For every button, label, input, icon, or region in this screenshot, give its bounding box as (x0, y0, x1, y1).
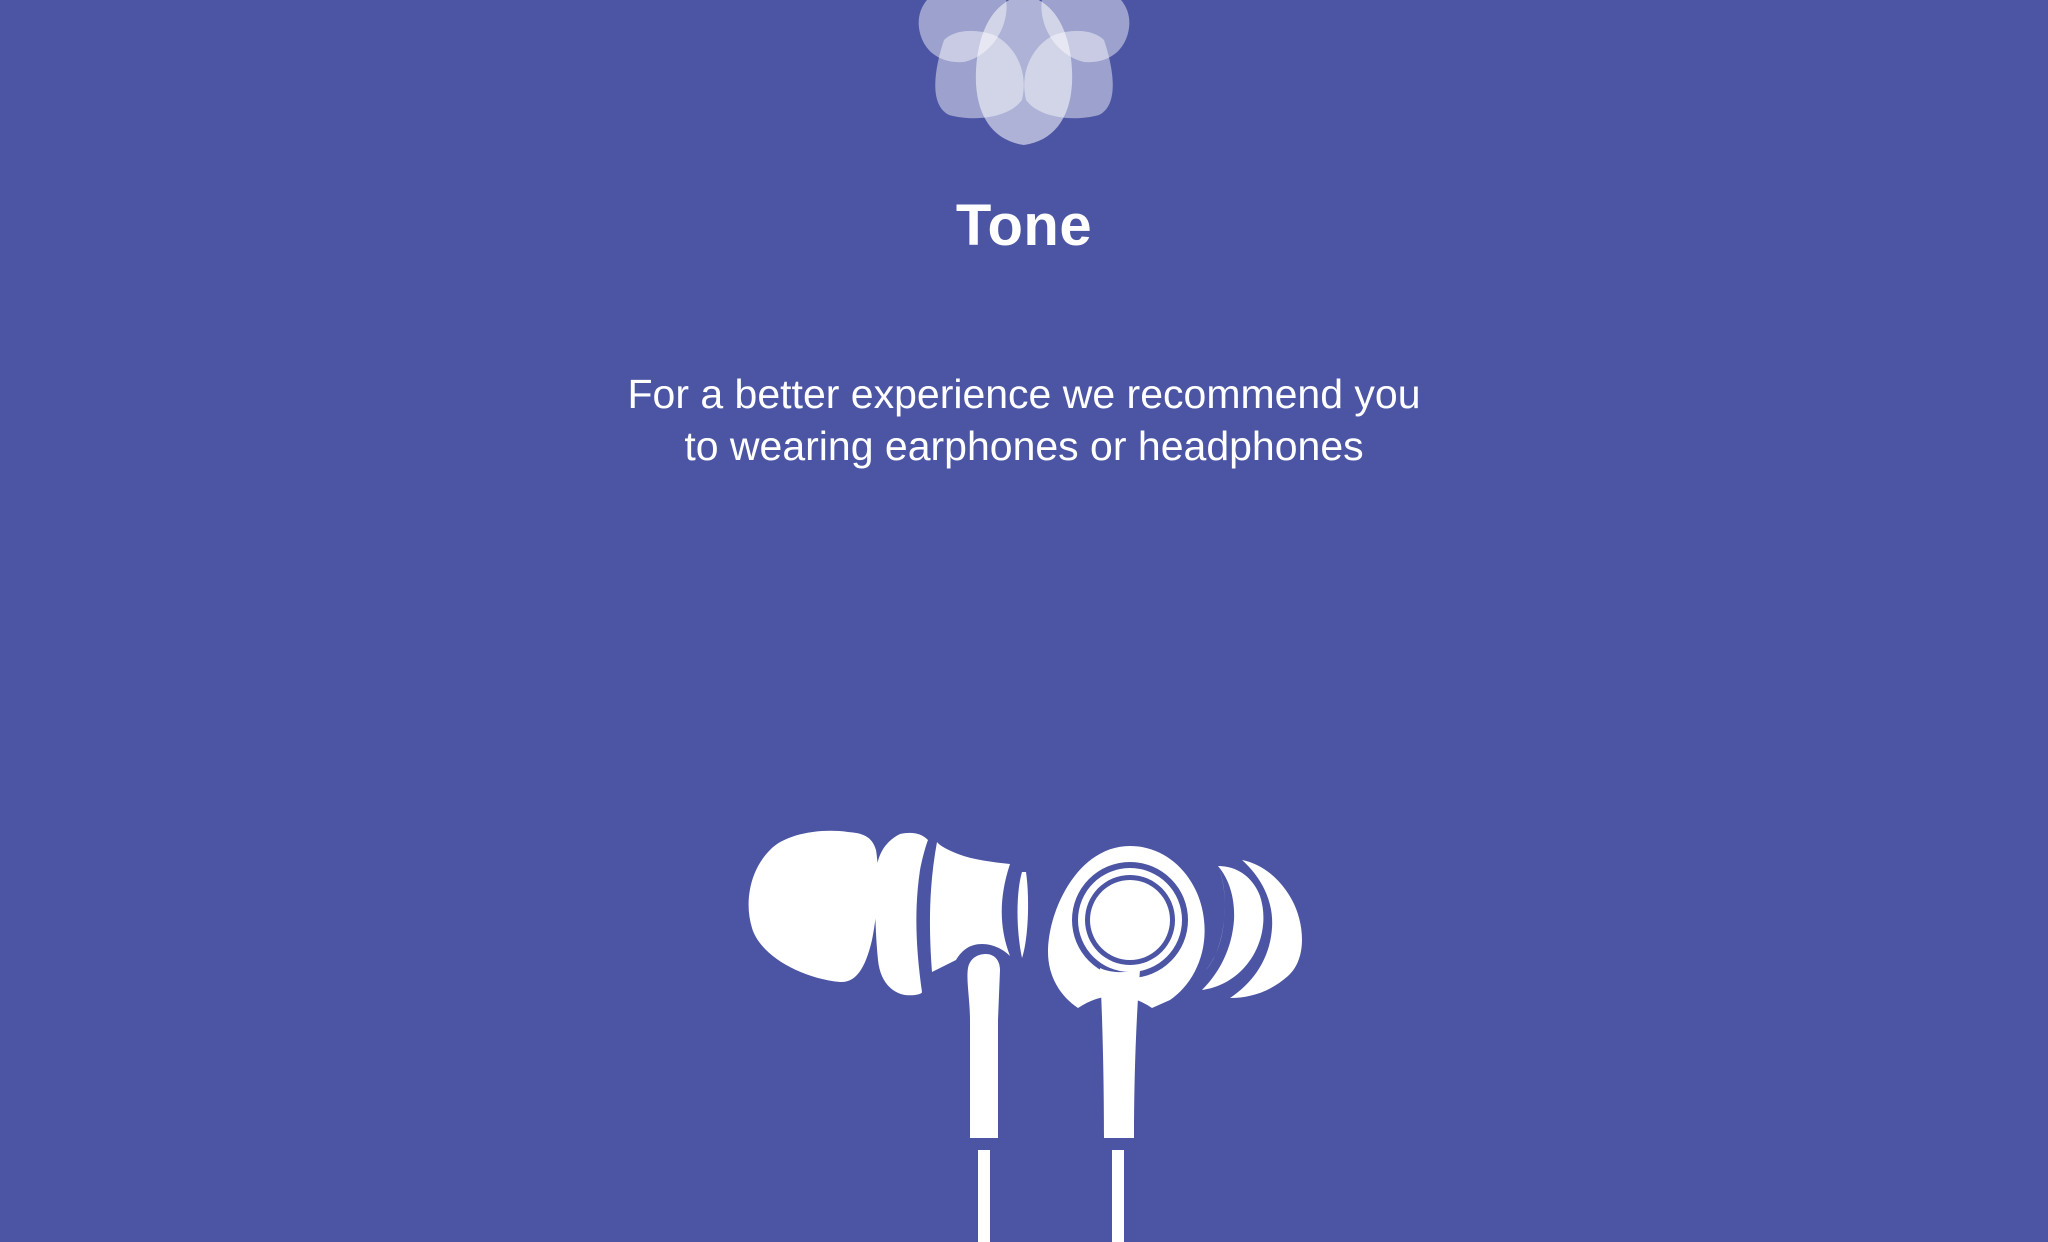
earphones-icon (748, 830, 1302, 1242)
recommendation-message: For a better experience we recommend you… (627, 371, 1421, 469)
page-title: Tone (955, 193, 1093, 258)
tone-flower-logo-icon (918, 0, 1130, 145)
